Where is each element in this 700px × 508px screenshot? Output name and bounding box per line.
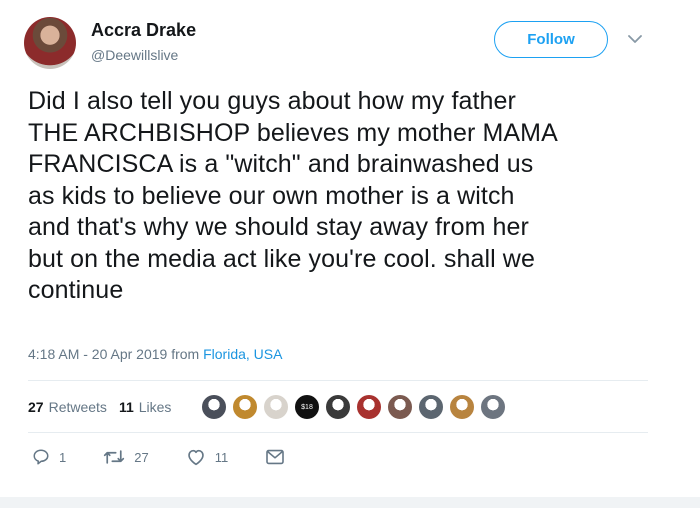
tweet-text-line: as kids to believe our own mother is a w…	[28, 181, 515, 210]
liker-avatar[interactable]	[232, 394, 258, 420]
retweet-icon	[104, 450, 125, 464]
reply-count: 1	[59, 449, 67, 465]
tweet-actions: 1 27 11	[32, 448, 331, 466]
liker-avatar[interactable]	[418, 394, 444, 420]
retweets-count: 27	[28, 399, 44, 415]
retweets-stat[interactable]: 27 Retweets	[28, 399, 107, 415]
tweet-text-line: and that's why we should stay away from …	[28, 213, 529, 241]
tweet-text-line: but on the media act like you're cool. s…	[28, 244, 535, 273]
bottom-border	[0, 497, 700, 508]
tweet-text-line: continue	[28, 276, 124, 304]
tweet-metadata: 4:18 AM - 20 Apr 2019 from Florida, USA	[28, 346, 282, 362]
tweet-text: Did I also tell you guys about how my fa…	[28, 86, 668, 307]
likes-stat[interactable]: 11 Likes	[119, 399, 172, 415]
heart-icon	[187, 449, 204, 466]
retweet-button[interactable]: 27	[103, 448, 149, 466]
tweet-card: Accra Drake @Deewillslive Follow Did I a…	[0, 0, 700, 508]
divider	[28, 380, 648, 381]
follow-button[interactable]: Follow	[494, 21, 608, 58]
liker-avatar[interactable]	[263, 394, 289, 420]
retweet-count: 27	[134, 449, 149, 465]
liker-avatar[interactable]	[449, 394, 475, 420]
tweet-text-line: Did I also tell you guys about how my fa…	[28, 87, 516, 115]
avatar[interactable]	[24, 17, 76, 69]
reply-icon	[33, 449, 49, 465]
tweet-text-line: FRANCISCA is a "witch" and brainwashed u…	[28, 150, 534, 178]
liker-avatar[interactable]	[201, 394, 227, 420]
location-link[interactable]: Florida, USA	[203, 346, 282, 362]
liker-avatars: $18	[201, 394, 511, 420]
liker-avatar[interactable]	[387, 394, 413, 420]
liker-avatar[interactable]: $18	[294, 394, 320, 420]
liker-avatar[interactable]	[480, 394, 506, 420]
envelope-icon	[266, 449, 285, 465]
user-handle[interactable]: @Deewillslive	[91, 47, 178, 63]
tweet-text-line: THE ARCHBISHOP believes my mother MAMA	[28, 118, 558, 147]
likes-label: Likes	[138, 399, 172, 415]
like-button[interactable]: 11	[186, 448, 229, 466]
engagement-stats: 27 Retweets 11 Likes	[28, 397, 183, 417]
liker-avatar[interactable]	[325, 394, 351, 420]
liker-avatar[interactable]	[356, 394, 382, 420]
divider	[28, 432, 648, 433]
display-name[interactable]: Accra Drake	[91, 20, 196, 41]
direct-message-button[interactable]	[265, 449, 294, 465]
timestamp[interactable]: 4:18 AM - 20 Apr 2019 from	[28, 346, 203, 362]
like-count: 11	[214, 449, 229, 465]
retweets-label: Retweets	[48, 399, 107, 415]
chevron-down-icon[interactable]	[626, 30, 644, 48]
reply-button[interactable]: 1	[32, 448, 66, 466]
likes-count: 11	[118, 399, 134, 415]
